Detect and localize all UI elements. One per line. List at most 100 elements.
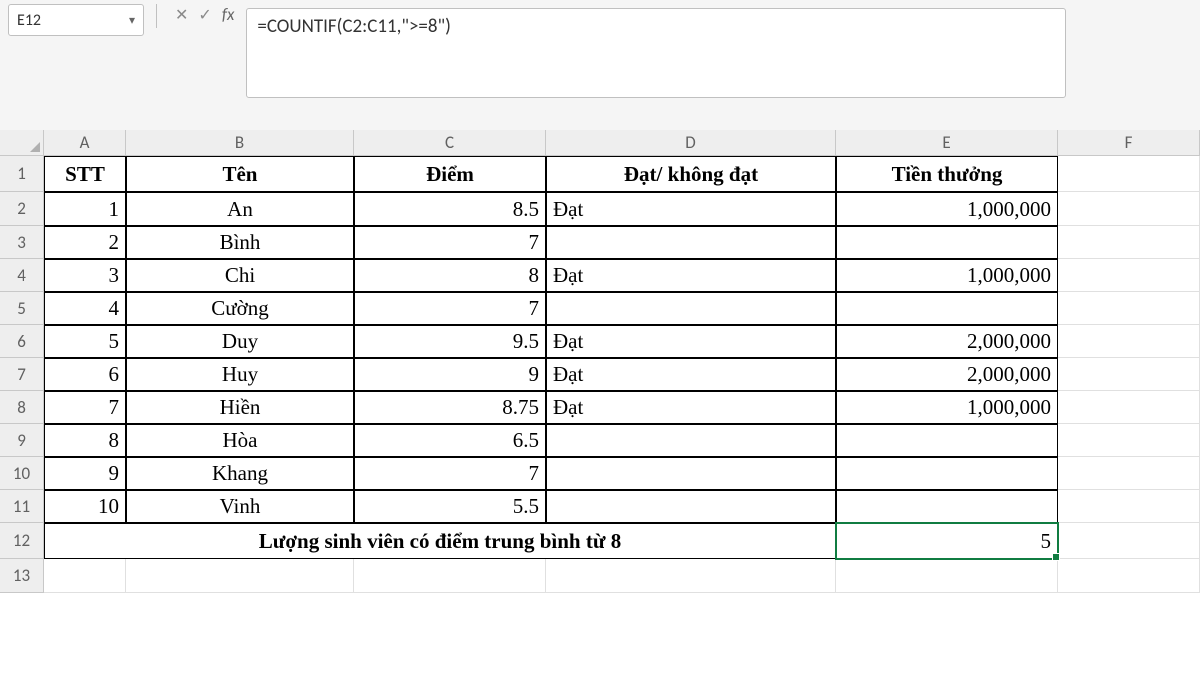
row-header-8[interactable]: 8 (0, 391, 44, 424)
cell-dat-5: Đạt (546, 325, 836, 358)
formula-bar-area: E12 ▾ ✕ ✓ fx =COUNTIF(C2:C11,">=8") (0, 0, 1200, 130)
cell-stt-2: 2 (44, 226, 126, 259)
cell-stt-10: 10 (44, 490, 126, 523)
cell-stt-1: 1 (44, 192, 126, 226)
confirm-icon[interactable]: ✓ (198, 5, 211, 25)
cell-ten-5: Duy (126, 325, 354, 358)
header-dat: Đạt/ không đạt (546, 156, 836, 192)
cell-F10[interactable] (1058, 457, 1200, 490)
row-header-10[interactable]: 10 (0, 457, 44, 490)
cell-ten-7: Hiền (126, 391, 354, 424)
cell-ten-2: Bình (126, 226, 354, 259)
cell-ten-9: Khang (126, 457, 354, 490)
cell-A13[interactable] (44, 559, 126, 593)
cell-ten-3: Chi (126, 259, 354, 292)
cell-diem-8: 6.5 (354, 424, 546, 457)
cell-dat-1: Đạt (546, 192, 836, 226)
cell-F1[interactable] (1058, 156, 1200, 192)
cell-dat-7: Đạt (546, 391, 836, 424)
cell-tien-8 (836, 424, 1058, 457)
name-box-value: E12 (17, 11, 41, 30)
cell-F9[interactable] (1058, 424, 1200, 457)
cell-diem-5: 9.5 (354, 325, 546, 358)
formula-controls: ✕ ✓ fx (169, 4, 240, 25)
column-header-E[interactable]: E (836, 130, 1058, 156)
cell-diem-4: 7 (354, 292, 546, 325)
column-header-F[interactable]: F (1058, 130, 1200, 156)
formula-text: =COUNTIF(C2:C11,">=8") (257, 15, 451, 38)
row-header-13[interactable]: 13 (0, 559, 44, 593)
cell-dat-8 (546, 424, 836, 457)
cell-stt-3: 3 (44, 259, 126, 292)
cell-diem-3: 8 (354, 259, 546, 292)
cell-dat-4 (546, 292, 836, 325)
name-box[interactable]: E12 ▾ (8, 4, 144, 36)
cell-ten-4: Cường (126, 292, 354, 325)
chevron-down-icon[interactable]: ▾ (129, 13, 135, 28)
cell-F2[interactable] (1058, 192, 1200, 226)
row-header-6[interactable]: 6 (0, 325, 44, 358)
cell-diem-2: 7 (354, 226, 546, 259)
row-header-7[interactable]: 7 (0, 358, 44, 391)
cell-diem-1: 8.5 (354, 192, 546, 226)
cell-tien-6: 2,000,000 (836, 358, 1058, 391)
cell-dat-10 (546, 490, 836, 523)
cell-F12[interactable] (1058, 523, 1200, 559)
formula-input[interactable]: =COUNTIF(C2:C11,">=8") (246, 8, 1066, 98)
cell-diem-10: 5.5 (354, 490, 546, 523)
header-diem: Điểm (354, 156, 546, 192)
cell-tien-9 (836, 457, 1058, 490)
cell-E13[interactable] (836, 559, 1058, 593)
cell-B13[interactable] (126, 559, 354, 593)
cell-dat-2 (546, 226, 836, 259)
cell-F13[interactable] (1058, 559, 1200, 593)
cell-tien-2 (836, 226, 1058, 259)
cell-D13[interactable] (546, 559, 836, 593)
column-header-B[interactable]: B (126, 130, 354, 156)
row-header-2[interactable]: 2 (0, 192, 44, 226)
row-header-5[interactable]: 5 (0, 292, 44, 325)
row-header-12[interactable]: 12 (0, 523, 44, 559)
column-header-D[interactable]: D (546, 130, 836, 156)
cell-tien-5: 2,000,000 (836, 325, 1058, 358)
cell-tien-10 (836, 490, 1058, 523)
cell-F11[interactable] (1058, 490, 1200, 523)
cell-dat-6: Đạt (546, 358, 836, 391)
cell-stt-7: 7 (44, 391, 126, 424)
row-header-4[interactable]: 4 (0, 259, 44, 292)
cell-C13[interactable] (354, 559, 546, 593)
cell-diem-6: 9 (354, 358, 546, 391)
cancel-icon[interactable]: ✕ (175, 5, 188, 25)
fx-icon[interactable]: fx (222, 4, 235, 25)
cell-ten-10: Vinh (126, 490, 354, 523)
summary-value-cell[interactable]: 5 (836, 523, 1058, 559)
column-header-A[interactable]: A (44, 130, 126, 156)
cell-diem-7: 8.75 (354, 391, 546, 424)
cell-ten-6: Huy (126, 358, 354, 391)
column-header-C[interactable]: C (354, 130, 546, 156)
column-headers: ABCDEF (44, 130, 1200, 156)
cell-F4[interactable] (1058, 259, 1200, 292)
row-header-1[interactable]: 1 (0, 156, 44, 192)
cell-dat-9 (546, 457, 836, 490)
row-header-3[interactable]: 3 (0, 226, 44, 259)
row-headers: 12345678910111213 (0, 156, 44, 593)
cell-F3[interactable] (1058, 226, 1200, 259)
cell-ten-8: Hòa (126, 424, 354, 457)
select-all-corner[interactable] (0, 130, 44, 156)
cell-F5[interactable] (1058, 292, 1200, 325)
cell-dat-3: Đạt (546, 259, 836, 292)
cell-F8[interactable] (1058, 391, 1200, 424)
cell-stt-8: 8 (44, 424, 126, 457)
row-header-11[interactable]: 11 (0, 490, 44, 523)
cell-tien-3: 1,000,000 (836, 259, 1058, 292)
cell-tien-1: 1,000,000 (836, 192, 1058, 226)
divider (156, 4, 157, 28)
cell-ten-1: An (126, 192, 354, 226)
cell-tien-7: 1,000,000 (836, 391, 1058, 424)
cell-F6[interactable] (1058, 325, 1200, 358)
cell-stt-6: 6 (44, 358, 126, 391)
header-stt: STT (44, 156, 126, 192)
row-header-9[interactable]: 9 (0, 424, 44, 457)
cell-F7[interactable] (1058, 358, 1200, 391)
